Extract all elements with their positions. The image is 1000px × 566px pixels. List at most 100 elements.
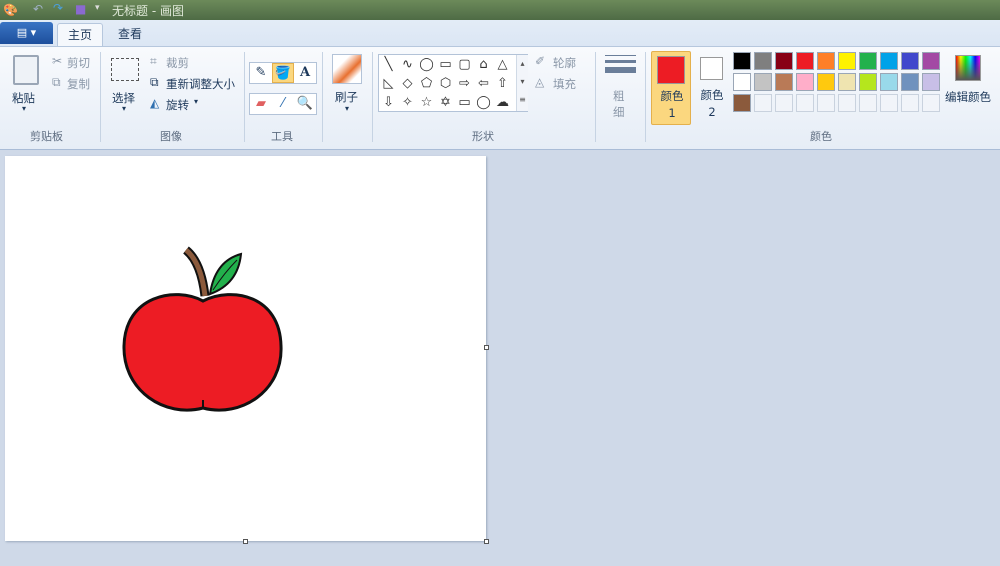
brush-icon[interactable] [332, 54, 362, 84]
palette-empty-slot[interactable] [817, 94, 835, 112]
palette-swatch[interactable] [796, 73, 814, 91]
palette-swatch[interactable] [754, 52, 772, 70]
shape-option[interactable]: ◯ [417, 55, 436, 74]
outline-button[interactable]: 轮廓 [553, 55, 576, 71]
palette-swatch[interactable] [733, 52, 751, 70]
tab-view[interactable]: 查看 [108, 23, 152, 47]
palette-swatch[interactable] [922, 73, 940, 91]
resize-button[interactable]: 重新调整大小 [166, 76, 235, 92]
shape-option[interactable]: ∿ [398, 55, 417, 74]
rotate-button[interactable]: 旋转 [166, 97, 189, 113]
shape-option[interactable]: ☆ [417, 93, 436, 112]
shape-option[interactable]: ╲ [379, 55, 398, 74]
palette-empty-slot[interactable] [775, 94, 793, 112]
shapes-scrollbar[interactable]: ▴ ▾ ≡ [516, 55, 528, 111]
palette-swatch[interactable] [733, 94, 751, 112]
size-icon[interactable] [605, 55, 636, 73]
palette-empty-slot[interactable] [838, 94, 856, 112]
shape-option[interactable]: ⬠ [417, 74, 436, 93]
palette-empty-slot[interactable] [796, 94, 814, 112]
palette-swatch[interactable] [775, 52, 793, 70]
edit-colors-button[interactable]: 编辑颜色 [945, 89, 991, 105]
palette-swatch[interactable] [880, 52, 898, 70]
shape-option[interactable]: △ [493, 55, 512, 74]
eraser-icon[interactable]: ▰ [250, 94, 272, 114]
palette-swatch[interactable] [754, 73, 772, 91]
palette-swatch[interactable] [922, 52, 940, 70]
pencil-icon[interactable]: ✎ [250, 63, 272, 83]
divider [595, 52, 596, 142]
apple-drawing [122, 246, 283, 412]
brushes-dropdown-icon[interactable]: ▾ [345, 104, 349, 113]
shape-option[interactable]: ◺ [379, 74, 398, 93]
tools-row-2: ▰ ⁄ 🔍 [249, 93, 317, 115]
text-icon[interactable]: A [294, 63, 316, 83]
undo-icon[interactable]: ↶ [33, 2, 43, 16]
shape-option[interactable]: ⇦ [474, 74, 493, 93]
shape-option[interactable]: ▭ [436, 55, 455, 74]
paint-app-icon[interactable]: 🎨 [3, 3, 18, 17]
color2-button[interactable]: 颜色 2 [692, 51, 732, 125]
drawing-canvas[interactable] [5, 156, 486, 541]
size-button[interactable]: 粗细 [613, 88, 627, 120]
cut-button[interactable]: 剪切 [67, 55, 90, 71]
shape-option[interactable]: ✡ [436, 93, 455, 112]
palette-empty-slot[interactable] [901, 94, 919, 112]
palette-swatch[interactable] [859, 52, 877, 70]
palette-swatch[interactable] [817, 73, 835, 91]
palette-empty-slot[interactable] [859, 94, 877, 112]
select-icon[interactable] [111, 58, 139, 81]
paste-dropdown-icon[interactable]: ▾ [22, 104, 26, 113]
rotate-dropdown-icon[interactable]: ▾ [194, 97, 198, 106]
divider [372, 52, 373, 142]
resize-handle-right[interactable] [484, 345, 489, 350]
shape-option[interactable]: ▭ [455, 93, 474, 112]
palette-empty-slot[interactable] [922, 94, 940, 112]
divider [322, 52, 323, 142]
palette-empty-slot[interactable] [880, 94, 898, 112]
resize-handle-bottom[interactable] [243, 539, 248, 544]
edit-colors-icon[interactable] [955, 55, 981, 81]
palette-swatch[interactable] [901, 73, 919, 91]
fill-button[interactable]: 填充 [553, 76, 576, 92]
resize-handle-corner[interactable] [484, 539, 489, 544]
color-picker-icon[interactable]: ⁄ [272, 94, 294, 114]
palette-swatch[interactable] [838, 73, 856, 91]
select-dropdown-icon[interactable]: ▾ [122, 104, 126, 113]
shape-option[interactable]: ☁ [493, 93, 512, 112]
shape-option[interactable]: ✧ [398, 93, 417, 112]
shape-option[interactable]: ⇨ [455, 74, 474, 93]
palette-swatch[interactable] [817, 52, 835, 70]
brushes-button[interactable]: 刷子 [335, 89, 358, 105]
shape-option[interactable]: ⇩ [379, 93, 398, 112]
palette-swatch[interactable] [775, 73, 793, 91]
shapes-group-label: 形状 [472, 130, 494, 143]
quick-access-dropdown-icon[interactable]: ▾ [95, 3, 100, 13]
color1-button[interactable]: 颜色 1 [651, 51, 691, 125]
palette-swatch[interactable] [880, 73, 898, 91]
palette-swatch[interactable] [733, 73, 751, 91]
shape-option[interactable]: ⬡ [436, 74, 455, 93]
tab-home[interactable]: 主页 [57, 23, 104, 47]
file-menu-button[interactable]: ▤ ▾ [0, 22, 53, 44]
save-icon[interactable]: ■ [75, 2, 86, 16]
shape-option[interactable]: ◯ [474, 93, 493, 112]
redo-icon[interactable]: ↷ [53, 1, 63, 15]
palette-swatch[interactable] [901, 52, 919, 70]
palette-swatch[interactable] [796, 52, 814, 70]
fill-icon[interactable]: 🪣 [272, 63, 294, 83]
copy-icon: ⧉ [52, 75, 61, 89]
palette-swatch[interactable] [859, 73, 877, 91]
crop-button[interactable]: 裁剪 [166, 55, 189, 71]
shape-option[interactable]: ◇ [398, 74, 417, 93]
magnifier-icon[interactable]: 🔍 [294, 94, 316, 114]
palette-empty-slot[interactable] [754, 94, 772, 112]
image-group-label: 图像 [160, 130, 182, 143]
shape-option[interactable]: ⌂ [474, 55, 493, 74]
palette-swatch[interactable] [838, 52, 856, 70]
rotate-icon: ◭ [150, 96, 160, 110]
paste-icon[interactable] [13, 55, 39, 85]
shape-option[interactable]: ▢ [455, 55, 474, 74]
copy-button[interactable]: 复制 [67, 76, 90, 92]
shape-option[interactable]: ⇧ [493, 74, 512, 93]
